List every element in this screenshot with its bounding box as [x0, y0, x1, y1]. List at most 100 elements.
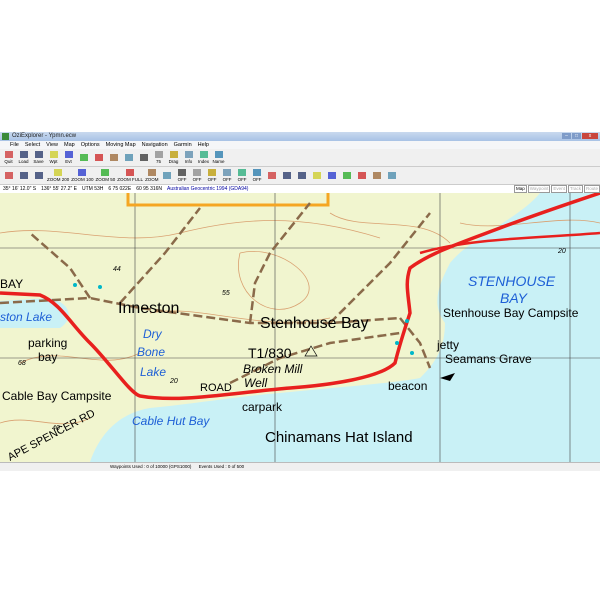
toolbar1-button-8[interactable] [122, 153, 135, 162]
toolbar2-button-3[interactable]: ZOOM 200 [47, 169, 69, 182]
height-68: 68 [18, 360, 26, 367]
button-label: Wpt [49, 159, 58, 164]
button-label: Save [33, 159, 44, 164]
toolbar1-button-12[interactable]: Info [182, 151, 195, 164]
toolbar2-button-21[interactable] [356, 171, 369, 180]
toolbar1-button-1[interactable]: Load [17, 151, 30, 164]
toolbar2-button-10[interactable]: OFF [191, 169, 204, 182]
toolbar2-button-22[interactable] [371, 171, 384, 180]
name-icon [214, 151, 223, 158]
minimize-button[interactable]: – [562, 133, 571, 139]
tab-map[interactable]: Map [514, 185, 527, 193]
tab-route[interactable]: Route [583, 185, 600, 193]
photo-icon [358, 171, 367, 179]
toolbar2-button-17[interactable] [296, 171, 309, 180]
load-icon [19, 151, 28, 158]
height-20b: 20 [557, 248, 566, 255]
toolbar2-button-9[interactable]: OFF [176, 169, 189, 182]
toolbar2-button-0[interactable] [2, 171, 15, 180]
button-label: Index [197, 159, 209, 164]
toolbar2-button-14[interactable]: OFF [251, 169, 264, 182]
toolbar2-button-5[interactable]: ZOOM 50 [95, 169, 116, 182]
track-icon [79, 153, 88, 161]
toolbar2-button-8[interactable] [161, 171, 174, 180]
label-lake: Lake [140, 365, 166, 379]
menu-map[interactable]: Map [64, 141, 75, 149]
toolbar1-button-3[interactable]: Wpt [47, 151, 60, 164]
topo-map[interactable]: BAY Inneston ston Lake parking bay Dry B… [0, 193, 600, 462]
toolbar2-button-23[interactable] [386, 171, 399, 180]
app-icon [2, 133, 9, 140]
tab-event[interactable]: Event [551, 185, 567, 193]
coordinate-bar: 35° 16' 12.0" S 136° 55' 27.2" E UTM 53H… [0, 185, 600, 193]
button-label: Name [212, 159, 225, 164]
status-bar: Waypoints Used : 0 of 10000 (GPS1000) Ev… [0, 462, 600, 471]
toolbar2-button-11[interactable]: OFF [206, 169, 219, 182]
toolbar2-button-12[interactable]: OFF [221, 169, 234, 182]
toolbar2-button-2[interactable] [32, 171, 45, 180]
toolbar1-button-7[interactable] [107, 153, 120, 162]
toolbar2-button-7[interactable]: ZOOM [145, 169, 159, 182]
latitude: 35° 16' 12.0" S [3, 186, 37, 192]
gps-icon [19, 171, 28, 179]
secondary-toolbar: ZOOM 200 ZOOM 100 ZOOM 50 ZOOM FULL ZOOM OFF O… [0, 167, 600, 185]
toolbar2-button-13[interactable]: OFF [236, 169, 249, 182]
height-55: 55 [222, 290, 230, 297]
map-tabs: Map Waypoint Event Track Route [514, 185, 600, 193]
datum: Australian Geocentric 1994 (GDA94) [167, 186, 249, 192]
menu-view[interactable]: View [46, 141, 58, 149]
button-label: Drag [168, 159, 179, 164]
toolbar2-button-19[interactable] [326, 171, 339, 180]
map-view[interactable]: BAY Inneston ston Lake parking bay Dry B… [0, 193, 600, 462]
window-title: OziExplorer - Ypmn.ecw [12, 133, 77, 139]
toolbar1-button-4[interactable]: Evt [62, 151, 75, 164]
toolbar1-button-5[interactable] [77, 153, 90, 162]
button-label: OFF [237, 177, 247, 182]
profile-icon [373, 171, 382, 179]
anchor-icon [328, 171, 337, 179]
toolbar2-button-1[interactable] [17, 171, 30, 180]
toolbar1-button-0[interactable]: Quit [2, 151, 15, 164]
main-toolbar: Quit Load Save Wpt Evt 75 Drag Info Index Name [0, 149, 600, 167]
label-cable-bay: Cable Bay Campsite [2, 389, 112, 403]
save-icon [34, 151, 43, 158]
label-carpark: carpark [242, 400, 283, 414]
toolbar2-button-16[interactable] [281, 171, 294, 180]
menu-options[interactable]: Options [81, 141, 100, 149]
toolbar1-button-9[interactable] [137, 153, 150, 162]
menu-navigation[interactable]: Navigation [142, 141, 168, 149]
tab-track[interactable]: Track [567, 185, 583, 193]
menu-select[interactable]: Select [25, 141, 40, 149]
button-label: ZOOM [145, 177, 159, 182]
toggle-icon [193, 169, 202, 176]
toolbar1-button-2[interactable]: Save [32, 151, 45, 164]
toolbar2-button-20[interactable] [341, 171, 354, 180]
toolbar2-button-4[interactable]: ZOOM 100 [71, 169, 94, 182]
maximize-button[interactable]: □ [572, 133, 581, 139]
label-dry: Dry [143, 327, 163, 341]
label-stenhouse-sea: STENHOUSE [468, 273, 556, 289]
menu-moving-map[interactable]: Moving Map [106, 141, 136, 149]
menu-garmin[interactable]: Garmin [174, 141, 192, 149]
button-label: ZOOM 50 [95, 177, 116, 182]
toolbar2-button-6[interactable]: ZOOM FULL [117, 169, 143, 182]
label-seamans-grave: Seamans Grave [445, 352, 532, 366]
label-road: ROAD [200, 382, 232, 394]
label-well: Well [244, 376, 267, 390]
label-beacon: beacon [388, 379, 427, 393]
toolbar1-button-6[interactable] [92, 153, 105, 162]
toolbar2-button-15[interactable] [266, 171, 279, 180]
toolbar2-button-18[interactable] [311, 171, 324, 180]
menu-help[interactable]: Help [198, 141, 209, 149]
tab-waypoint[interactable]: Waypoint [527, 185, 551, 193]
label-t1: T1/830 [248, 345, 292, 361]
button-label: OFF [252, 177, 262, 182]
toolbar1-button-14[interactable]: Name [212, 151, 225, 164]
toolbar1-button-11[interactable]: Drag [167, 151, 180, 164]
menu-file[interactable]: File [10, 141, 19, 149]
route-icon [94, 153, 103, 161]
toolbar1-button-10[interactable]: 75 [152, 151, 165, 164]
toolbar1-button-13[interactable]: Index [197, 151, 210, 164]
close-button[interactable]: x [582, 133, 598, 139]
label-broken-mill: Broken Mill [243, 362, 303, 376]
